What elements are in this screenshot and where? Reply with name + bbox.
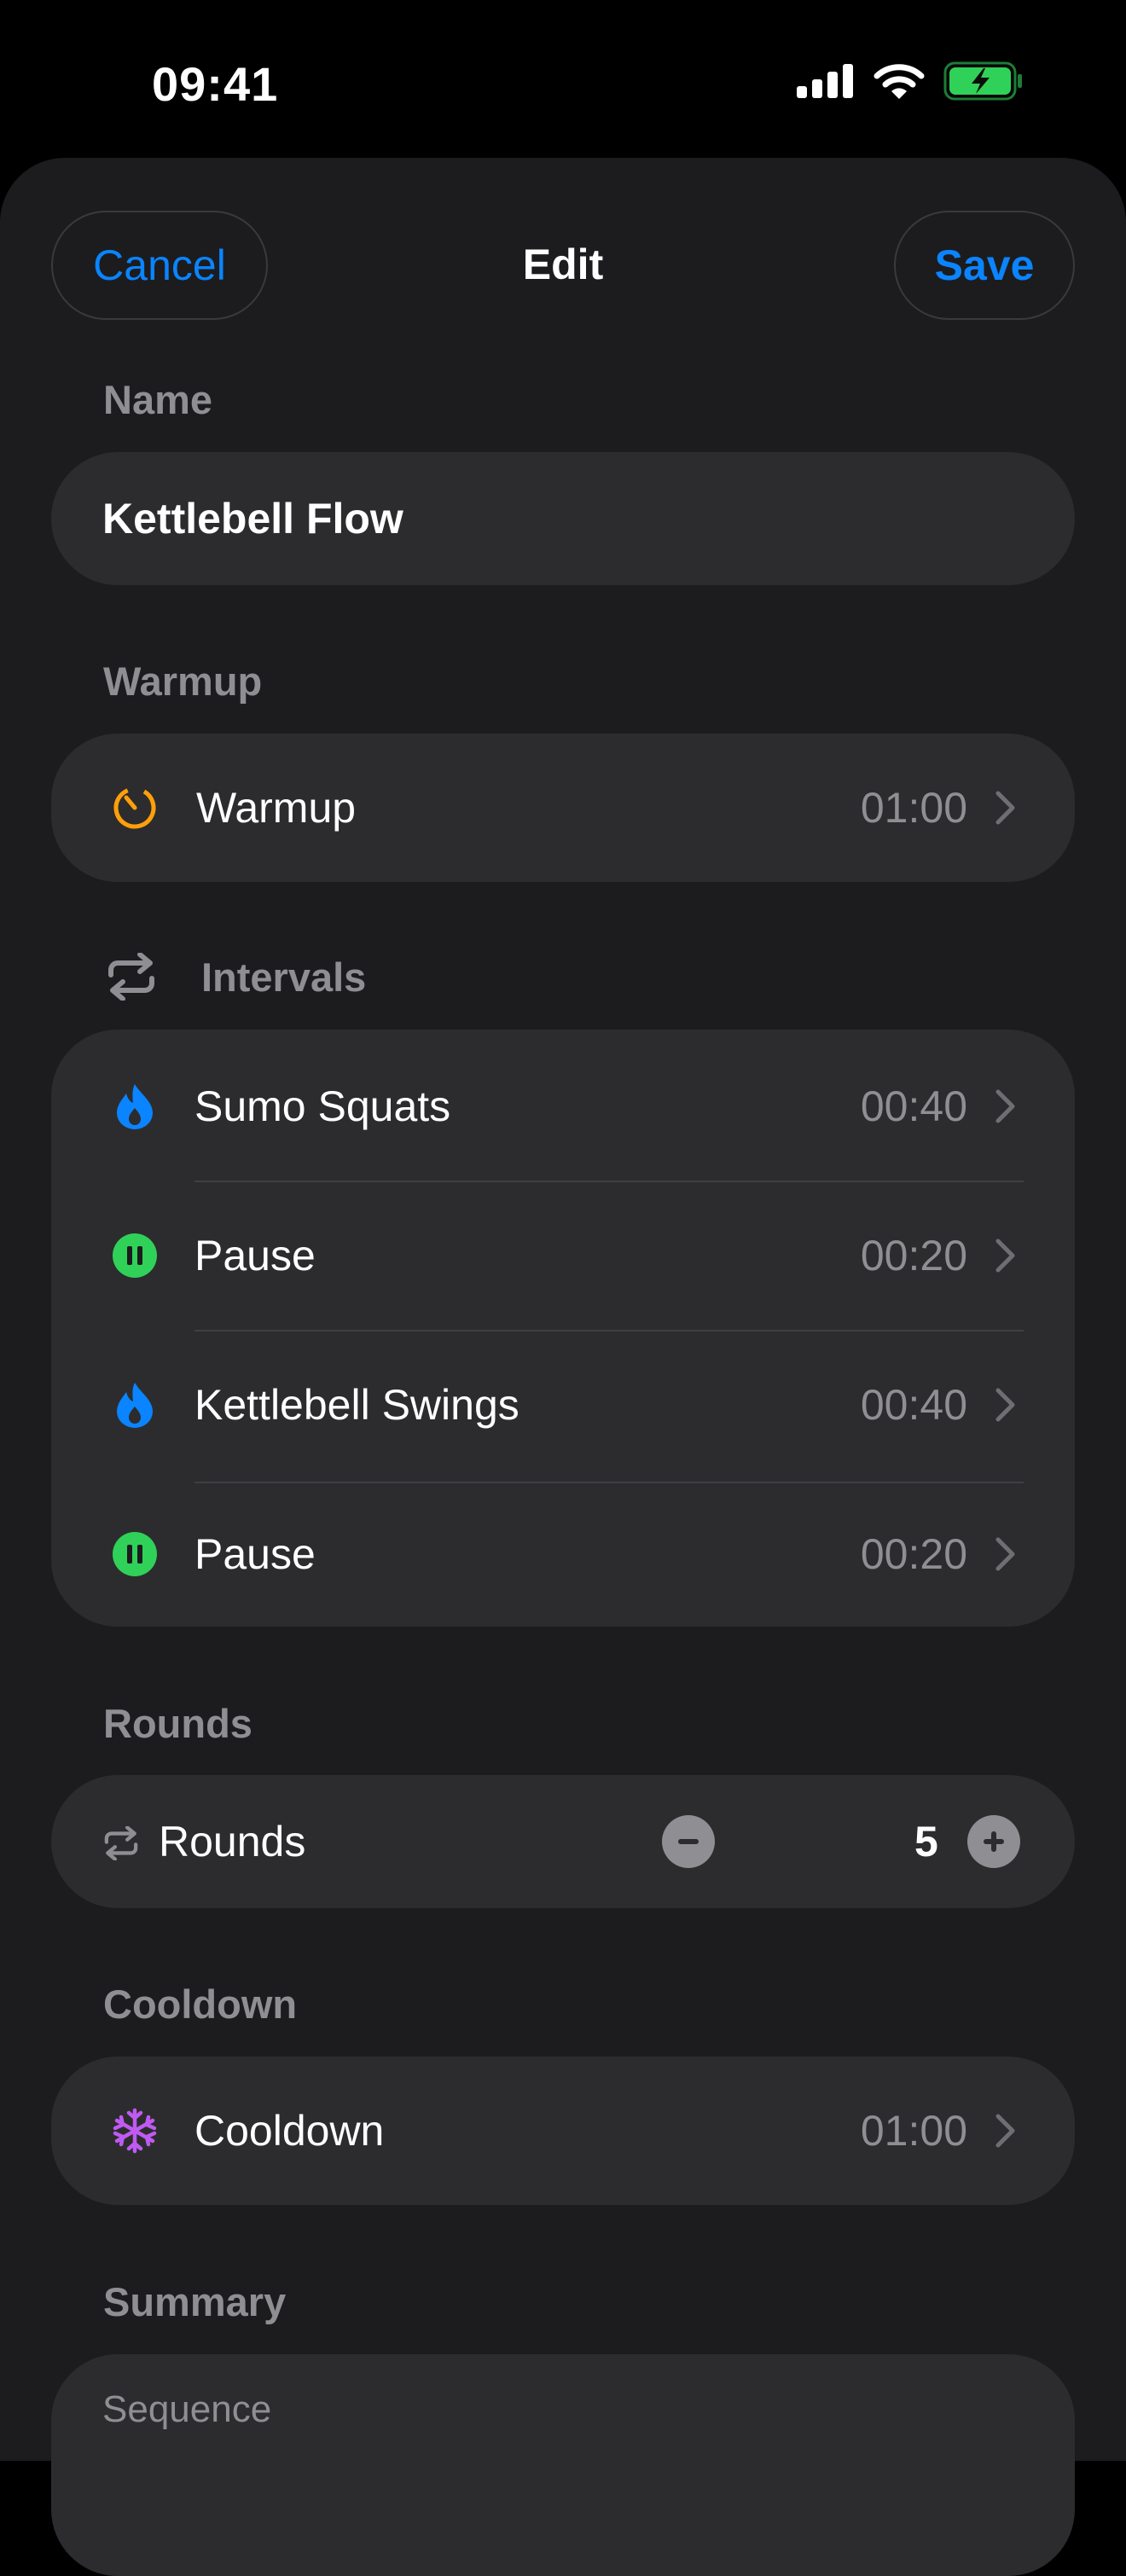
battery-charging-icon	[943, 61, 1022, 101]
intervals-card: Sumo Squats 00:40 Pause 00:20 Kettlebell…	[51, 1030, 1075, 1627]
chevron-right-icon	[995, 2114, 1015, 2148]
interval-label: Kettlebell Swings	[194, 1381, 519, 1429]
cooldown-section-label: Cooldown	[103, 1981, 298, 2027]
chevron-right-icon	[995, 1388, 1015, 1422]
warmup-row[interactable]: Warmup 01:00	[51, 734, 1075, 882]
repeat-icon	[104, 1826, 138, 1860]
cellular-signal-icon	[797, 64, 853, 98]
chevron-right-icon	[995, 1537, 1015, 1571]
status-time: 09:41	[152, 57, 279, 111]
repeat-icon	[108, 953, 154, 1001]
interval-row[interactable]: Pause 00:20	[51, 1181, 1075, 1330]
warmup-duration: 01:00	[860, 784, 967, 832]
chevron-right-icon	[995, 1239, 1015, 1273]
interval-row[interactable]: Pause 00:20	[51, 1480, 1075, 1628]
interval-label: Pause	[194, 1530, 316, 1578]
interval-duration: 00:40	[860, 1381, 967, 1429]
cooldown-label: Cooldown	[194, 2107, 385, 2155]
chevron-right-icon	[995, 791, 1015, 825]
interval-duration: 00:20	[860, 1530, 967, 1578]
pause-icon	[109, 1529, 160, 1580]
interval-row[interactable]: Kettlebell Swings 00:40	[51, 1331, 1075, 1479]
snowflake-icon	[109, 2105, 160, 2156]
cooldown-duration: 01:00	[860, 2107, 967, 2155]
interval-duration: 00:20	[860, 1232, 967, 1279]
warmup-section-label: Warmup	[103, 659, 263, 704]
name-field[interactable]: Kettlebell Flow	[51, 452, 1075, 585]
interval-row[interactable]: Sumo Squats 00:40	[51, 1032, 1075, 1181]
status-bar: 09:41	[0, 0, 1126, 158]
wifi-icon	[874, 64, 925, 99]
cooldown-card: Cooldown 01:00	[51, 2057, 1075, 2205]
plus-icon	[984, 1831, 1004, 1852]
sequence-label: Sequence	[102, 2388, 272, 2430]
cooldown-row[interactable]: Cooldown 01:00	[51, 2057, 1075, 2205]
flame-icon	[109, 1379, 160, 1430]
flame-icon	[109, 1081, 160, 1132]
intervals-section-label: Intervals	[201, 954, 367, 1000]
rounds-label: Rounds	[159, 1818, 306, 1865]
save-button[interactable]: Save	[894, 211, 1075, 320]
rounds-section-label: Rounds	[103, 1701, 252, 1746]
status-icons	[797, 61, 1024, 101]
rounds-value: 5	[914, 1818, 938, 1865]
edit-sheet: Cancel Edit Save Name Kettlebell Flow Wa…	[0, 158, 1126, 2576]
interval-label: Pause	[194, 1232, 316, 1279]
summary-section-label: Summary	[103, 2279, 287, 2324]
row-divider	[194, 1181, 1024, 1182]
rounds-card: Rounds 5	[51, 1775, 1075, 1908]
summary-card: Sequence	[51, 2354, 1075, 2576]
minus-icon	[678, 1839, 699, 1844]
pause-icon	[109, 1230, 160, 1281]
name-section-label: Name	[103, 377, 213, 422]
decrement-button[interactable]	[662, 1815, 715, 1868]
timer-icon	[109, 782, 160, 833]
chevron-right-icon	[995, 1089, 1015, 1123]
interval-duration: 00:40	[860, 1082, 967, 1130]
interval-label: Sumo Squats	[194, 1082, 451, 1130]
name-value: Kettlebell Flow	[102, 495, 403, 542]
warmup-label: Warmup	[196, 784, 357, 832]
warmup-card: Warmup 01:00	[51, 734, 1075, 882]
increment-button[interactable]	[967, 1815, 1020, 1868]
